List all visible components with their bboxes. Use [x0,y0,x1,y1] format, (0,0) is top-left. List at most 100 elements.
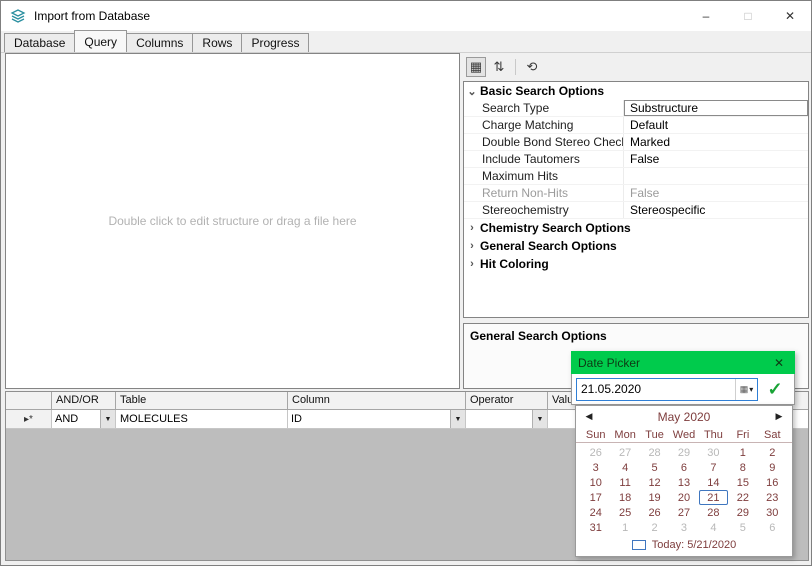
calendar-day[interactable]: 13 [669,475,698,490]
calendar-today-row[interactable]: Today: 5/21/2020 [576,535,792,554]
calendar-day[interactable]: 24 [581,505,610,520]
minimize-button[interactable]: – [685,1,727,31]
property-value[interactable]: Marked [624,134,808,150]
calendar-day[interactable]: 19 [640,490,669,505]
calendar-day[interactable]: 31 [581,520,610,535]
property-row[interactable]: Include TautomersFalse [464,151,808,168]
calendar-day[interactable]: 18 [610,490,639,505]
property-row[interactable]: Return Non-HitsFalse [464,185,808,202]
calendar-day[interactable]: 22 [728,490,757,505]
property-row[interactable]: StereochemistryStereospecific [464,202,808,219]
calendar-day[interactable]: 8 [728,460,757,475]
tab-query[interactable]: Query [74,30,127,52]
property-value[interactable]: Substructure [624,100,808,116]
property-row[interactable]: Maximum Hits [464,168,808,185]
calendar-day[interactable]: 27 [669,505,698,520]
table-cell[interactable]: MOLECULES [116,410,288,429]
property-value[interactable]: False [624,185,808,201]
row-indicator[interactable]: ▸* [6,410,52,429]
header-table[interactable]: Table [116,392,288,410]
property-category[interactable]: ›General Search Options [464,237,808,255]
calendar-day[interactable]: 10 [581,475,610,490]
calendar-day[interactable]: 2 [758,445,787,460]
calendar-day[interactable]: 21 [699,490,728,505]
calendar-day[interactable]: 30 [758,505,787,520]
column-cell[interactable]: ID ▼ [288,410,466,429]
reset-icon[interactable]: ⟲ [522,57,542,77]
calendar-day[interactable]: 26 [640,505,669,520]
column-combo[interactable]: ID ▼ [288,410,465,428]
sort-alphabetical-icon[interactable]: ⇅ [489,57,509,77]
property-value[interactable]: Stereospecific [624,202,808,218]
combo-arrow-icon[interactable]: ▼ [450,410,465,428]
combo-arrow-icon[interactable]: ▼ [532,410,547,428]
property-row[interactable]: Search TypeSubstructure [464,100,808,117]
date-input[interactable]: 21.05.2020 ▦ ▾ [576,378,758,401]
categorized-view-icon[interactable]: ▦ [466,57,486,77]
calendar-day[interactable]: 4 [610,460,639,475]
calendar-day[interactable]: 26 [581,445,610,460]
calendar-day[interactable]: 27 [610,445,639,460]
date-picker-close-icon[interactable]: ✕ [770,356,788,370]
calendar-day[interactable]: 3 [669,520,698,535]
property-category[interactable]: ›Chemistry Search Options [464,219,808,237]
calendar-day[interactable]: 15 [728,475,757,490]
calendar-day[interactable]: 4 [699,520,728,535]
calendar-day[interactable]: 6 [758,520,787,535]
header-operator[interactable]: Operator [466,392,548,410]
calendar-day[interactable]: 1 [728,445,757,460]
date-picker-titlebar[interactable]: Date Picker ✕ [571,351,795,374]
calendar-day[interactable]: 28 [640,445,669,460]
property-value[interactable]: False [624,151,808,167]
tab-database[interactable]: Database [4,33,75,52]
prev-month-icon[interactable]: ◀ [580,406,598,427]
property-row[interactable]: Charge MatchingDefault [464,117,808,134]
chevron-expanded-icon[interactable]: ⌄ [464,85,480,98]
andor-combo[interactable]: AND ▼ [52,410,115,428]
property-category[interactable]: ›Hit Coloring [464,255,808,273]
tab-progress[interactable]: Progress [241,33,309,52]
structure-editor[interactable]: Double click to edit structure or drag a… [5,53,460,389]
calendar-day[interactable]: 16 [758,475,787,490]
calendar-month-label[interactable]: May 2020 [576,410,792,424]
close-button[interactable]: ✕ [769,1,811,31]
next-month-icon[interactable]: ▶ [770,406,788,427]
operator-cell[interactable]: ▼ [466,410,548,429]
calendar-day[interactable]: 25 [610,505,639,520]
calendar-day[interactable]: 9 [758,460,787,475]
calendar-day[interactable]: 11 [610,475,639,490]
calendar-day[interactable]: 2 [640,520,669,535]
calendar-day[interactable]: 5 [640,460,669,475]
calendar-day[interactable]: 17 [581,490,610,505]
calendar-day[interactable]: 28 [699,505,728,520]
andor-cell[interactable]: AND ▼ [52,410,116,429]
confirm-check-button[interactable]: ✓ [762,377,788,401]
calendar-day[interactable]: 6 [669,460,698,475]
calendar-day[interactable]: 30 [699,445,728,460]
header-column[interactable]: Column [288,392,466,410]
calendar-dropdown-button[interactable]: ▦ ▾ [735,379,757,400]
tab-rows[interactable]: Rows [192,33,242,52]
calendar-day[interactable]: 5 [728,520,757,535]
maximize-button[interactable]: □ [727,1,769,31]
calendar-day[interactable]: 20 [669,490,698,505]
property-value[interactable]: Default [624,117,808,133]
chevron-collapsed-icon[interactable]: › [464,240,480,252]
calendar-day[interactable]: 1 [610,520,639,535]
calendar-day[interactable]: 12 [640,475,669,490]
calendar-day[interactable]: 23 [758,490,787,505]
calendar-day[interactable]: 29 [728,505,757,520]
calendar-day[interactable]: 29 [669,445,698,460]
tab-columns[interactable]: Columns [126,33,193,52]
operator-combo[interactable]: ▼ [466,410,547,428]
calendar-day[interactable]: 7 [699,460,728,475]
property-row[interactable]: Double Bond Stereo CheckMarked [464,134,808,151]
calendar-day[interactable]: 3 [581,460,610,475]
calendar-day[interactable]: 14 [699,475,728,490]
chevron-collapsed-icon[interactable]: › [464,258,480,270]
header-andor[interactable]: AND/OR [52,392,116,410]
chevron-collapsed-icon[interactable]: › [464,222,480,234]
property-category[interactable]: ⌄Basic Search Options [464,82,808,100]
combo-arrow-icon[interactable]: ▼ [100,410,115,428]
property-value[interactable] [624,168,808,184]
